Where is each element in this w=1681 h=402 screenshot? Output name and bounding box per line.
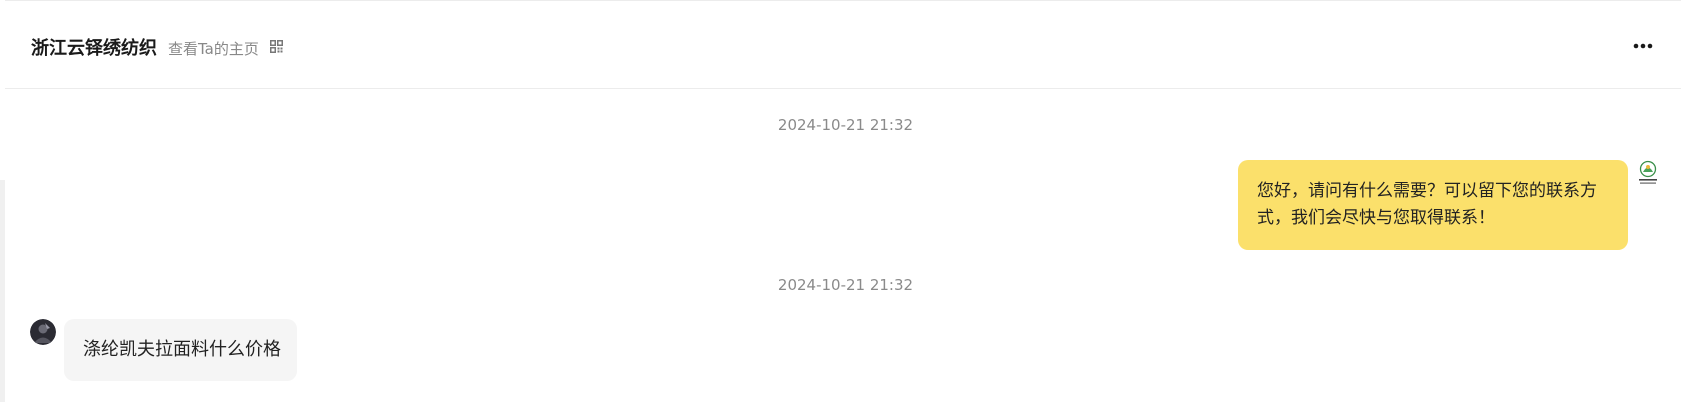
view-homepage-link[interactable]: 查看Ta的主页 [168, 38, 259, 59]
incoming-message-bubble: 涤纶凯夫拉面料什么价格 [64, 319, 297, 381]
shop-avatar-logo[interactable] [1637, 160, 1659, 188]
shop-name[interactable]: 浙江云铎绣纺织 [31, 34, 157, 60]
qr-code-icon[interactable] [270, 40, 283, 53]
message-timestamp: 2024-10-21 21:32 [777, 276, 914, 294]
more-horizontal-icon[interactable] [1631, 37, 1655, 55]
customer-avatar[interactable] [30, 319, 56, 345]
outgoing-message-bubble: 您好，请问有什么需要？可以留下您的联系方式，我们会尽快与您取得联系！ [1238, 160, 1628, 250]
chat-window: 浙江云铎绣纺织 查看Ta的主页 2024-10-21 21:32 您好，请问有什… [0, 0, 1681, 402]
chat-header: 浙江云铎绣纺织 查看Ta的主页 [5, 0, 1681, 89]
message-timestamp: 2024-10-21 21:32 [777, 116, 914, 134]
